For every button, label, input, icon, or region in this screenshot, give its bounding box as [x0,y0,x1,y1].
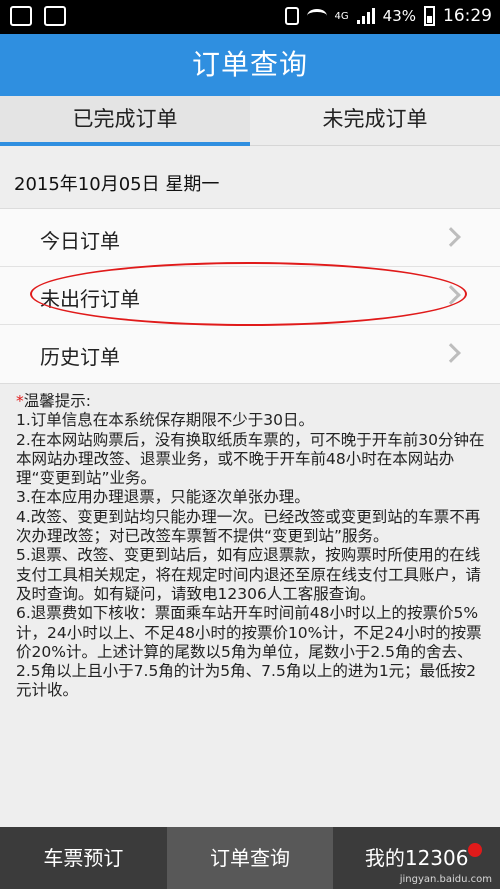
bottom-navigation: 车票预订 订单查询 我的12306 jingyan.baidu.com [0,827,500,889]
menu-item-today-orders[interactable]: 今日订单 [0,209,500,267]
current-date: 2015年10月05日 星期一 [14,174,220,195]
network-type: 4G [334,10,349,22]
notification-icon [10,6,32,26]
menu-item-history-orders[interactable]: 历史订单 [0,325,500,383]
chevron-right-icon [441,227,461,247]
camera-icon [44,6,66,26]
menu-item-label: 历史订单 [40,345,120,369]
menu-item-label: 未出行订单 [40,287,140,311]
tip-item: 6.退票费如下核收：票面乘车站开车时间前48小时以上的按票价5%计，24小时以上… [16,604,482,700]
battery-percent: 43% [382,7,416,25]
order-tabs: 已完成订单 未完成订单 [0,96,500,146]
menu-item-untraveled-orders[interactable]: 未出行订单 [0,267,500,325]
menu-item-label: 今日订单 [40,229,120,253]
nav-ticket-booking[interactable]: 车票预订 [0,827,167,889]
nav-order-query[interactable]: 订单查询 [166,827,334,889]
order-menu: 今日订单 未出行订单 历史订单 [0,208,500,384]
signal-icon [356,8,375,24]
tips-section: *温馨提示: 1.订单信息在本系统保存期限不少于30日。 2.在本网站购票后，没… [16,392,486,701]
sim-icon [284,7,299,25]
tab-completed-orders[interactable]: 已完成订单 [0,96,250,146]
required-star: * [16,392,24,410]
tips-title: *温馨提示: [16,392,91,410]
page-title: 订单查询 [0,34,500,96]
tip-item: 3.在本应用办理退票，只能逐次单张办理。 [16,488,310,507]
battery-icon [424,6,435,26]
status-bar: 4G 43% 16:29 [0,0,500,34]
tip-item: 2.在本网站购票后，没有换取纸质车票的，可不晚于开车前30分钟在本网站办理改签、… [16,430,485,488]
nav-my-12306-label: 我的12306 [364,846,469,870]
tip-item: 1.订单信息在本系统保存期限不少于30日。 [16,411,315,430]
tip-item: 5.退票、改签、变更到站后，如有应退票款，按购票时所使用的在线支付工具相关规定，… [16,546,482,603]
tab-uncompleted-orders[interactable]: 未完成订单 [250,96,500,145]
chevron-right-icon [441,343,461,363]
watermark: jingyan.baidu.com [399,874,492,885]
notification-badge [468,843,483,857]
clock: 16:29 [443,6,492,26]
chevron-right-icon [441,285,461,305]
tip-item: 4.改签、变更到站均只能办理一次。已经改签或变更到站的车票不再次办理改签；对已改… [16,507,481,546]
wifi-icon [306,9,327,23]
